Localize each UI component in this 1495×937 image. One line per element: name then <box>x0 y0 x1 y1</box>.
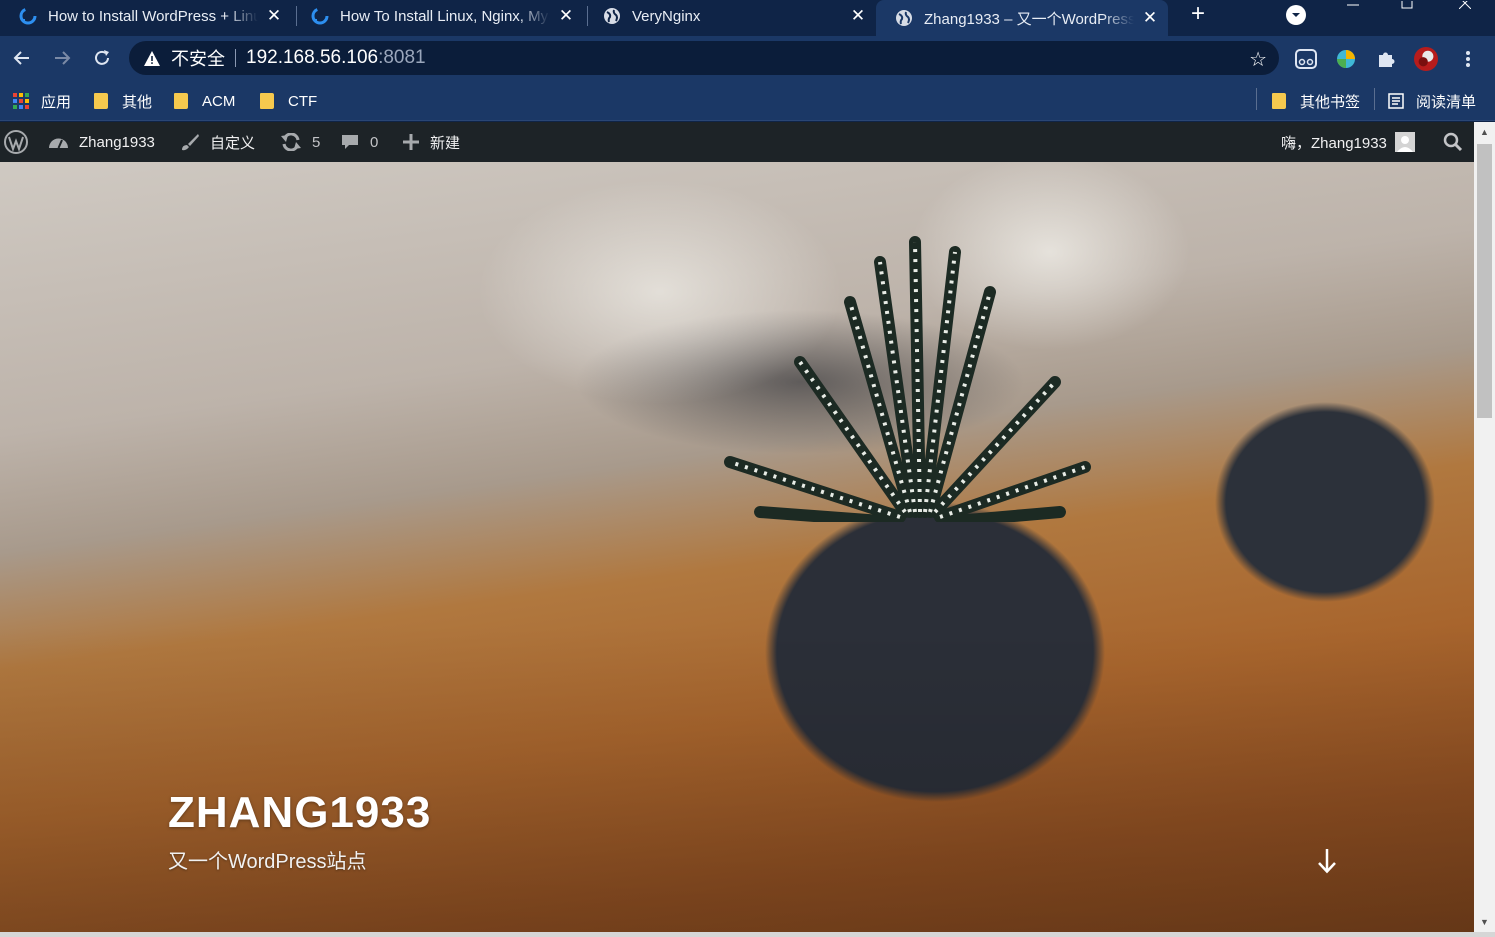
wordpress-logo-icon <box>4 130 28 154</box>
customize-label: 自定义 <box>210 134 256 152</box>
close-tab-icon[interactable]: ✕ <box>264 6 284 26</box>
forward-arrow-icon[interactable] <box>48 44 76 72</box>
site-title[interactable]: ZHANG1933 <box>168 788 431 838</box>
wordpress-logo-menu[interactable] <box>4 122 28 162</box>
reload-icon[interactable] <box>88 44 116 72</box>
close-tab-icon[interactable]: ✕ <box>1140 8 1160 28</box>
site-description: 又一个WordPress站点 <box>168 851 367 873</box>
bookmark-divider <box>1374 88 1375 110</box>
globe-icon <box>894 8 914 28</box>
apps-grid-icon <box>13 93 29 109</box>
minimize-icon[interactable] <box>1330 0 1376 14</box>
tab-verynginx[interactable]: VeryNginx ✕ <box>584 0 876 32</box>
page-scrollbar[interactable]: ▲ ▼ <box>1474 122 1495 932</box>
tab-title: How To Install Linux, Nginx, MySQL <box>340 7 550 25</box>
bookmark-label: 其他 <box>122 93 153 111</box>
profile-avatar-icon[interactable] <box>1414 47 1438 71</box>
warning-triangle-icon[interactable] <box>143 49 161 67</box>
tab-search-icon[interactable] <box>1286 5 1306 25</box>
bookmark-apps[interactable]: 应用 <box>13 90 71 112</box>
bookmark-divider <box>1256 88 1257 110</box>
browser-tab-strip: How to Install WordPress + Linux, Nginx … <box>0 0 1495 36</box>
security-label[interactable]: 不安全 <box>171 45 225 71</box>
window-bottom-edge <box>0 932 1495 937</box>
tab-install-linux-nginx[interactable]: How To Install Linux, Nginx, MySQL ✕ <box>292 0 584 32</box>
hero-header-image: ZHANG1933 又一个WordPress站点 <box>0 162 1474 932</box>
bookmark-folder-other[interactable]: 其他 <box>94 90 152 112</box>
digitalocean-icon <box>310 6 330 26</box>
site-name-menu[interactable]: Zhang1933 <box>48 122 155 162</box>
new-content-label: 新建 <box>430 134 461 152</box>
browser-menu-icon[interactable] <box>1456 47 1480 71</box>
address-divider <box>235 49 236 67</box>
comments-link[interactable]: 0 <box>340 122 378 162</box>
updates-link[interactable]: 5 <box>280 122 320 162</box>
customize-link[interactable]: 自定义 <box>180 122 255 162</box>
close-tab-icon[interactable]: ✕ <box>848 6 868 26</box>
color-extension-icon[interactable] <box>1334 47 1358 71</box>
browser-toolbar: 不安全 192.168.56.106 :8081 ☆ <box>0 36 1495 80</box>
bookmarks-bar: 应用 其他 ACM CTF 其他书签 阅读清单 <box>0 80 1495 121</box>
bookmark-label: 应用 <box>41 93 72 111</box>
url-port: :8081 <box>378 47 426 68</box>
folder-icon <box>260 93 274 109</box>
bookmark-reading-list[interactable]: 阅读清单 <box>1388 90 1476 112</box>
globe-icon <box>602 6 622 26</box>
address-bar[interactable]: 不安全 192.168.56.106 :8081 ☆ <box>129 41 1279 75</box>
folder-icon <box>94 93 108 109</box>
tab-zhang1933-active[interactable]: Zhang1933 – 又一个WordPress站点 ✕ <box>876 0 1168 36</box>
folder-icon <box>174 93 188 109</box>
dashboard-gauge-icon <box>48 134 69 150</box>
tab-title: Zhang1933 – 又一个WordPress站点 <box>924 10 1134 28</box>
bookmark-label: 其他书签 <box>1300 93 1361 111</box>
bookmark-folder-ctf[interactable]: CTF <box>260 90 317 112</box>
tab-title: How to Install WordPress + Linux, Nginx <box>48 7 258 25</box>
extensions-puzzle-icon[interactable] <box>1374 47 1398 71</box>
bookmark-star-icon[interactable]: ☆ <box>1249 47 1267 72</box>
bookmark-label: 阅读清单 <box>1416 93 1477 111</box>
admin-search-button[interactable] <box>1443 122 1463 162</box>
back-arrow-icon[interactable] <box>8 44 36 72</box>
greeting-label: 嗨，Zhang1933 <box>1281 134 1387 152</box>
scroll-down-arrow-icon[interactable] <box>1314 846 1340 876</box>
comment-bubble-icon <box>340 132 360 152</box>
updates-refresh-icon <box>280 133 302 151</box>
reading-list-icon <box>1388 93 1404 109</box>
site-name-label: Zhang1933 <box>79 133 155 151</box>
comments-count: 0 <box>370 133 379 151</box>
search-icon <box>1443 132 1463 152</box>
folder-icon <box>1272 93 1286 109</box>
bookmark-label: CTF <box>288 92 318 110</box>
user-avatar-icon <box>1394 132 1415 152</box>
close-window-icon[interactable] <box>1442 0 1488 14</box>
scrollbar-thumb[interactable] <box>1477 144 1492 418</box>
scroll-down-icon[interactable]: ▼ <box>1474 914 1495 930</box>
new-tab-button[interactable]: + <box>1186 2 1210 27</box>
reader-extension-icon[interactable] <box>1294 47 1318 71</box>
bookmark-other-bookmarks[interactable]: 其他书签 <box>1272 90 1360 112</box>
close-tab-icon[interactable]: ✕ <box>556 6 576 26</box>
maximize-icon[interactable] <box>1384 0 1430 14</box>
tab-install-wordpress[interactable]: How to Install WordPress + Linux, Nginx … <box>0 0 292 32</box>
url-host: 192.168.56.106 <box>246 47 379 68</box>
bookmark-folder-acm[interactable]: ACM <box>174 90 235 112</box>
my-account-menu[interactable]: 嗨，Zhang1933 <box>1281 122 1415 162</box>
new-content-menu[interactable]: 新建 <box>402 122 460 162</box>
paintbrush-icon <box>180 132 200 152</box>
digitalocean-icon <box>18 6 38 26</box>
wp-admin-bar: Zhang1933 自定义 5 0 新建 嗨，Zhang1933 <box>0 122 1474 162</box>
updates-count: 5 <box>312 133 321 151</box>
bookmark-label: ACM <box>202 92 236 110</box>
scroll-up-icon[interactable]: ▲ <box>1474 124 1495 140</box>
plus-icon <box>402 133 420 151</box>
tab-title: VeryNginx <box>632 7 701 25</box>
